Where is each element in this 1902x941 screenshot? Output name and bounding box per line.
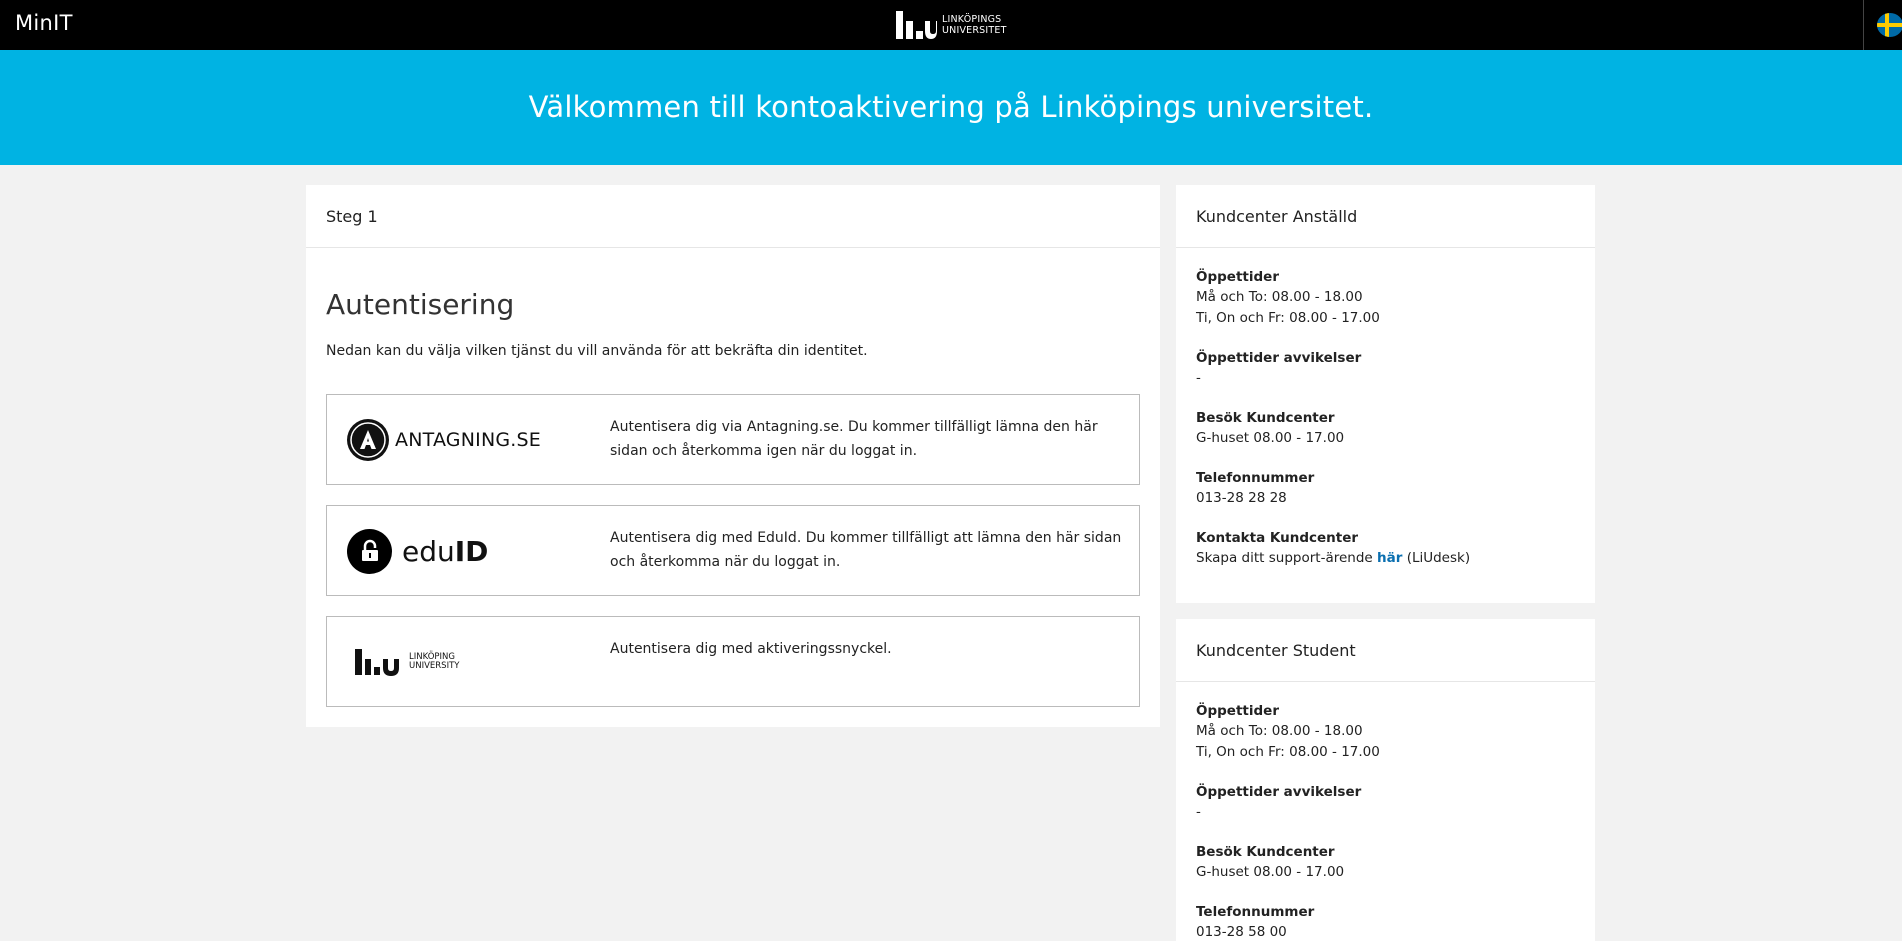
- liu-logo[interactable]: LINKÖPINGS UNIVERSITET: [896, 9, 1007, 41]
- phone-number: Telefonnummer 013-28 58 00: [1196, 904, 1315, 940]
- liu-logo-mark-icon: [896, 11, 937, 39]
- auth-option-activation-key[interactable]: LINKÖPING UNIVERSITY Autentisera dig med…: [326, 616, 1140, 707]
- swedish-flag-icon[interactable]: [1877, 13, 1902, 37]
- support-ticket-link[interactable]: här: [1377, 550, 1402, 566]
- student-service-card: Kundcenter Student Öppettider Må och To:…: [1176, 619, 1595, 941]
- visit-service-center: Besök Kundcenter G-huset 08.00 - 17.00: [1196, 410, 1345, 446]
- auth-option-description: Autentisera dig via Antagning.se. Du kom…: [610, 419, 1098, 459]
- phone-number: Telefonnummer 013-28 28 28: [1196, 470, 1315, 506]
- auth-option-antagning[interactable]: ANTAGNING.SE Autentisera dig via Antagni…: [326, 394, 1140, 485]
- student-card-title: Kundcenter Student: [1176, 619, 1595, 682]
- intro-text: Nedan kan du välja vilken tjänst du vill…: [326, 343, 868, 359]
- auth-option-description: Autentisera dig med EduId. Du kommer til…: [610, 530, 1122, 570]
- welcome-title: Välkommen till kontoaktivering på Linköp…: [528, 90, 1374, 124]
- staff-card-title: Kundcenter Anställd: [1176, 185, 1595, 248]
- auth-option-eduid[interactable]: eduID Autentisera dig med EduId. Du komm…: [326, 505, 1140, 596]
- eduid-wordmark: eduID: [402, 534, 489, 568]
- opening-hours-deviations: Öppettider avvikelser -: [1196, 350, 1362, 386]
- antagning-logo: ANTAGNING.SE: [347, 415, 541, 465]
- opening-hours: Öppettider Må och To: 08.00 - 18.00 Ti, …: [1196, 269, 1380, 326]
- top-bar: MinIT LINKÖPINGS UNIVERSITET: [0, 0, 1902, 50]
- liu-logo-mark-icon: [355, 649, 399, 676]
- language-divider: [1863, 0, 1864, 50]
- app-name[interactable]: MinIT: [15, 11, 73, 35]
- liu-logo-wordmark: LINKÖPINGS UNIVERSITET: [942, 14, 1007, 36]
- staff-service-card: Kundcenter Anställd Öppettider Må och To…: [1176, 185, 1595, 603]
- auth-option-description: Autentisera dig med aktiveringssnyckel.: [610, 641, 892, 657]
- eduid-lock-icon: [347, 528, 392, 574]
- antagning-a-icon: [347, 419, 389, 461]
- visit-service-center: Besök Kundcenter G-huset 08.00 - 17.00: [1196, 844, 1345, 880]
- authentication-card: Steg 1 Autentisering Nedan kan du välja …: [306, 185, 1160, 727]
- liu-small-wordmark: LINKÖPING UNIVERSITY: [409, 652, 460, 671]
- welcome-banner: Välkommen till kontoaktivering på Linköp…: [0, 50, 1902, 165]
- page-title: Autentisering: [326, 288, 515, 321]
- opening-hours-deviations: Öppettider avvikelser -: [1196, 784, 1362, 820]
- eduid-logo: eduID: [347, 526, 488, 576]
- step-label: Steg 1: [306, 185, 1160, 248]
- opening-hours: Öppettider Må och To: 08.00 - 18.00 Ti, …: [1196, 703, 1380, 760]
- contact-service-center: Kontakta Kundcenter Skapa ditt support-ä…: [1196, 530, 1471, 566]
- liu-university-logo: LINKÖPING UNIVERSITY: [355, 637, 459, 687]
